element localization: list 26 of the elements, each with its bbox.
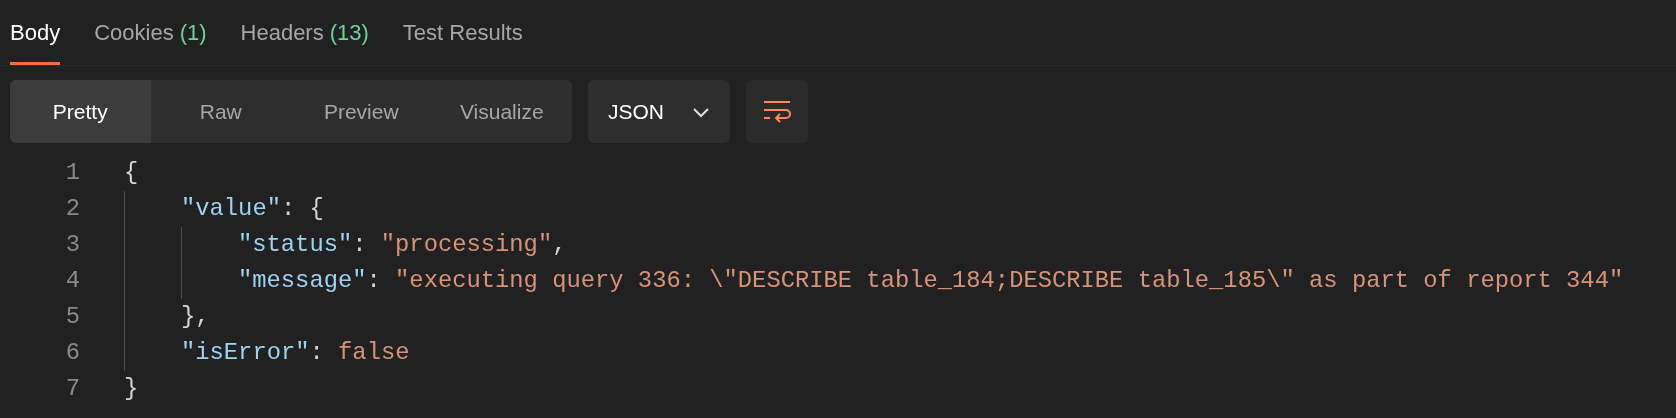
code-line: }, <box>181 302 210 333</box>
line-number: 1 <box>64 158 80 189</box>
line-number: 2 <box>64 194 80 225</box>
line-number: 7 <box>64 374 80 405</box>
code-line: "value": { <box>181 194 324 225</box>
wrap-icon <box>762 99 792 124</box>
wrap-lines-button[interactable] <box>746 80 808 143</box>
chevron-down-icon <box>692 105 710 118</box>
tab[interactable]: Cookies (1) <box>94 0 207 65</box>
language-dropdown[interactable]: JSON <box>588 80 730 143</box>
code-line: { <box>124 158 139 189</box>
tab[interactable]: Headers (13) <box>240 0 369 65</box>
tab[interactable]: Test Results <box>402 0 523 65</box>
format-tab[interactable]: Raw <box>150 80 291 143</box>
format-tab[interactable]: Preview <box>291 80 432 143</box>
code-line: "isError": false <box>181 338 410 369</box>
code-line: "message": "executing query 336: \"DESCRIBE table_184;DESCRIBE table_185\" as part of report 344" <box>238 266 1624 297</box>
format-tab[interactable]: Pretty <box>10 80 151 143</box>
line-number: 6 <box>64 338 80 369</box>
format-tab[interactable]: Visualize <box>431 80 572 143</box>
line-number: 4 <box>64 266 80 297</box>
line-number: 5 <box>64 302 80 333</box>
code-line: } <box>124 374 139 405</box>
line-number: 3 <box>64 230 80 261</box>
tab[interactable]: Body <box>10 0 61 65</box>
code-line: "status": "processing", <box>238 230 567 261</box>
